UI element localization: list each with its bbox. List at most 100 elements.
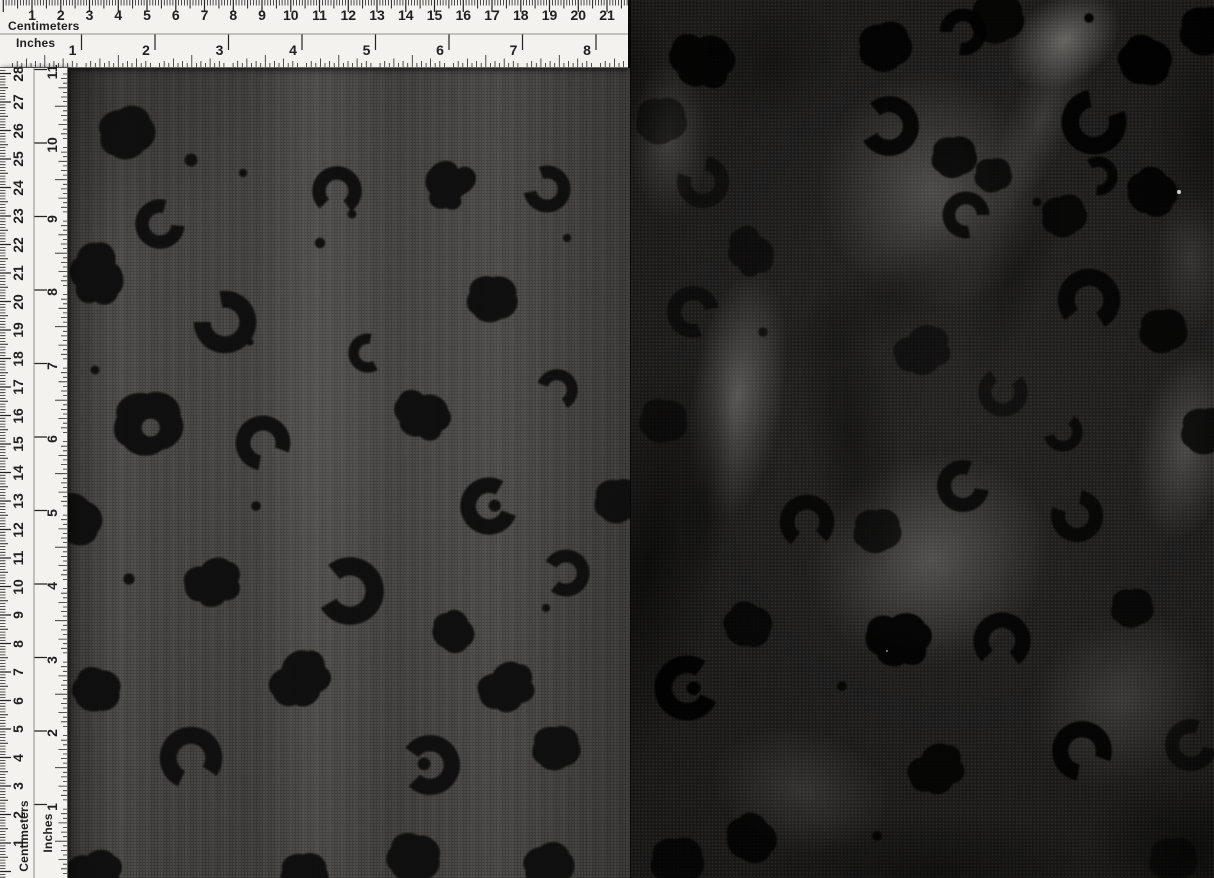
inch-number: 2 xyxy=(44,729,60,737)
cm-number: 3 xyxy=(85,7,94,23)
inch-number: 1 xyxy=(68,42,77,58)
cm-number: 7 xyxy=(10,668,26,676)
leopard-spots xyxy=(68,105,630,878)
cm-number: 6 xyxy=(10,696,26,705)
inches-label: Inches xyxy=(41,813,55,853)
leopard-spot xyxy=(246,338,254,346)
cm-number: 15 xyxy=(10,436,26,452)
inch-number: 6 xyxy=(44,435,60,443)
cm-number: 1 xyxy=(28,7,36,23)
inch-number: 5 xyxy=(44,508,60,517)
leopard-spot xyxy=(523,165,571,213)
cm-number: 5 xyxy=(10,725,26,733)
leopard-spot xyxy=(532,726,581,771)
cm-number: 16 xyxy=(10,407,26,424)
leopard-spot xyxy=(523,842,575,878)
cm-number: 13 xyxy=(10,493,26,509)
tick-marks xyxy=(0,70,6,878)
cm-number: 17 xyxy=(484,7,500,23)
tick-marks xyxy=(5,0,628,6)
leopard-spot xyxy=(90,365,100,375)
tick-marks xyxy=(12,55,624,68)
leopard-spot xyxy=(542,604,550,612)
leopard-spot xyxy=(113,391,184,456)
leopard-spot xyxy=(537,369,578,408)
inch-number: 7 xyxy=(44,361,60,370)
cm-number: 28 xyxy=(10,65,26,82)
cm-number: 17 xyxy=(10,379,26,395)
leopard-spot xyxy=(594,479,630,524)
leopard-spot xyxy=(268,650,331,707)
cm-number: 6 xyxy=(171,7,180,23)
inch-number: 3 xyxy=(215,42,224,58)
cm-number: 2 xyxy=(10,810,26,819)
leopard-spot xyxy=(239,169,247,177)
dust-speck xyxy=(1177,190,1181,194)
cm-number: 9 xyxy=(258,7,266,23)
inch-number: 4 xyxy=(44,582,60,590)
cm-number: 5 xyxy=(143,7,151,23)
inches-label: Inches xyxy=(16,36,56,50)
flat-fabric-panel xyxy=(68,68,630,878)
cm-number: 8 xyxy=(229,7,238,23)
leopard-spot xyxy=(563,234,571,242)
cm-number: 14 xyxy=(10,464,26,481)
leopard-spot xyxy=(425,160,476,210)
cm-number: 26 xyxy=(10,122,26,139)
cm-number: 14 xyxy=(397,7,414,23)
cm-number: 22 xyxy=(10,236,26,253)
cm-number: 10 xyxy=(282,7,299,23)
cm-number: 8 xyxy=(10,639,26,648)
inch-number: 4 xyxy=(289,42,297,58)
leopard-spot xyxy=(68,493,103,546)
leopard-spot xyxy=(69,242,124,305)
leopard-spot xyxy=(466,276,518,323)
cm-number: 2 xyxy=(56,7,65,23)
cm-number: 13 xyxy=(369,7,385,23)
inch-number: 9 xyxy=(44,214,60,223)
cm-number: 18 xyxy=(10,350,26,367)
inch-number: 8 xyxy=(583,42,591,58)
leopard-spots-layer xyxy=(68,105,630,878)
leopard-spot xyxy=(405,735,460,795)
leopard-spot xyxy=(432,609,475,654)
cm-number: 16 xyxy=(455,7,472,23)
leopard-spot xyxy=(545,549,590,597)
leopard-spot xyxy=(184,153,198,167)
cm-number: 12 xyxy=(10,521,26,538)
leopard-spot xyxy=(280,853,329,878)
leopard-spot xyxy=(123,573,135,585)
leopard-spot xyxy=(314,237,326,249)
leopard-spot xyxy=(477,661,535,713)
inch-number: 10 xyxy=(44,137,60,153)
inch-number: 11 xyxy=(44,64,60,79)
cm-number: 11 xyxy=(312,7,327,23)
horizontal-ruler: Centimeters Inches 1 2 3 4 5 6 7 8 9 10 11 12 13 14 15… xyxy=(0,0,628,68)
leopard-spot xyxy=(99,105,156,160)
inch-number: 7 xyxy=(509,42,518,58)
cm-number: 24 xyxy=(10,179,26,196)
cm-number: 4 xyxy=(10,753,26,762)
leopard-spot xyxy=(183,557,240,607)
vertical-ruler: Centimeters Inches 28 27 26 25 24 23 22 21 20 19 1… xyxy=(0,64,68,878)
leopard-spot xyxy=(312,166,362,212)
leopard-spot xyxy=(460,477,516,535)
leopard-spot xyxy=(320,557,384,625)
cm-number: 18 xyxy=(512,7,529,23)
leopard-spot xyxy=(193,290,257,354)
leopard-spot xyxy=(394,389,451,441)
cm-number: 11 xyxy=(10,550,26,566)
leopard-spot xyxy=(135,199,185,249)
leopard-spot xyxy=(68,849,123,878)
cm-number: 7 xyxy=(200,7,209,23)
cm-number: 21 xyxy=(599,7,615,23)
cm-number: 25 xyxy=(10,151,26,167)
cm-number: 10 xyxy=(10,578,26,595)
leopard-spot xyxy=(348,333,378,373)
inch-number: 8 xyxy=(44,288,60,296)
cm-number: 9 xyxy=(10,611,26,619)
tick-marks xyxy=(80,34,597,50)
centimeters-label: Centimeters xyxy=(8,19,80,33)
cm-number: 12 xyxy=(340,7,357,23)
inch-number: 5 xyxy=(362,42,371,58)
